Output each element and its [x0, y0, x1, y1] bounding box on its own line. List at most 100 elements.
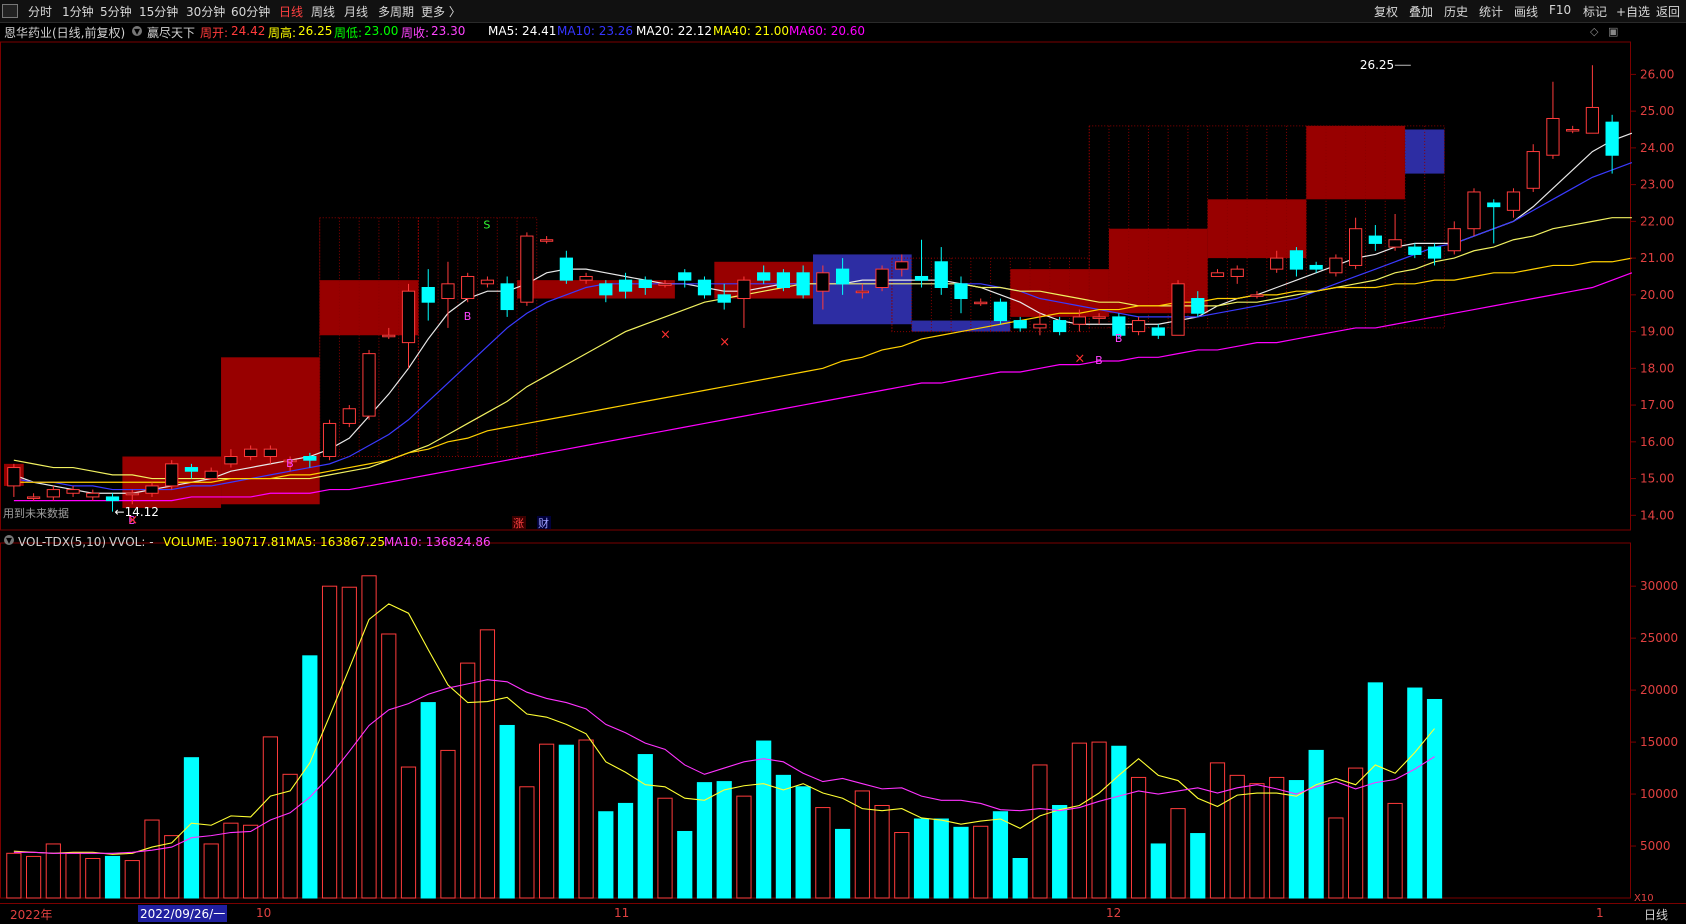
volume-axis: 30000 25000 20000 15000 10000 5000 X10	[1630, 579, 1678, 904]
period-more[interactable]: 更多 〉	[421, 3, 461, 20]
candle-up	[1270, 257, 1284, 270]
candle-down	[934, 261, 948, 288]
volume-bar-down	[775, 774, 792, 899]
vol-ma5-value: MA5: 163867.25	[286, 535, 385, 549]
history-button[interactable]: 历史	[1444, 3, 1468, 20]
volume-bar-down	[1367, 682, 1383, 899]
volume-bar-down	[637, 754, 653, 899]
f10-button[interactable]: F10	[1549, 3, 1571, 17]
weekly-boxes	[4, 125, 1445, 508]
volume-unit-label: X10	[1634, 893, 1654, 904]
candle-up	[382, 334, 396, 338]
candle-up	[1092, 316, 1106, 319]
ma20-value: MA20: 22.12	[636, 24, 713, 38]
volume-bar-down	[558, 744, 574, 899]
indicator-name[interactable]: 赢尽天下	[147, 24, 195, 41]
price-tick-label: 18.00	[1640, 361, 1674, 375]
candle-up	[401, 290, 416, 344]
period-15min[interactable]: 15分钟	[139, 3, 178, 20]
ma40-value: MA40: 21.00	[713, 24, 790, 38]
period-multi[interactable]: 多周期	[378, 3, 414, 20]
candle-down	[1151, 327, 1165, 336]
period-daily[interactable]: 日线	[279, 3, 303, 20]
candle-up	[1250, 294, 1264, 297]
period-1min[interactable]: 1分钟	[62, 3, 94, 20]
candle-down	[618, 279, 633, 292]
stats-button[interactable]: 统计	[1479, 3, 1503, 20]
maximize-icon[interactable]: ▣	[1608, 25, 1618, 38]
volume-bars[interactable]	[6, 575, 1443, 899]
candle-up	[461, 275, 475, 300]
candle-up	[145, 485, 159, 494]
cursor-date-label: 2022/09/26/一	[138, 905, 228, 922]
volume-bar-up	[65, 852, 81, 899]
period-fenshi[interactable]: 分时	[28, 3, 52, 20]
week-high-label: 周高:	[268, 26, 297, 40]
candle-up	[737, 279, 751, 300]
fuquan-button[interactable]: 复权	[1374, 3, 1398, 20]
mark-button[interactable]: 标记	[1583, 3, 1607, 20]
candle-up	[7, 467, 21, 487]
candle-up	[125, 492, 139, 496]
volume-indicator-title[interactable]: VOL-TDX(5,10)	[18, 535, 106, 549]
add-watchlist-button[interactable]: +自选	[1616, 3, 1650, 20]
volume-bar-up	[1269, 776, 1285, 899]
price-tick-label: 21.00	[1640, 251, 1674, 265]
volume-bar-down	[499, 724, 515, 899]
volume-bar-up	[361, 575, 377, 899]
period-30min[interactable]: 30分钟	[186, 3, 225, 20]
candle-up	[165, 463, 179, 487]
candle-down	[757, 272, 771, 281]
volume-bar-up	[1249, 783, 1265, 899]
future-data-note: 用到未来数据	[3, 506, 69, 520]
candle-up	[540, 239, 554, 242]
chart-canvas[interactable]: 26.00 25.00 24.00 23.00 22.00 21.00 20.00 19.00…	[0, 0, 1686, 924]
date-axis: 2022年 2022/09/26/一 10 11 12 1 日线	[0, 904, 1686, 924]
draw-button[interactable]: 画线	[1514, 3, 1538, 20]
volume-bar-up	[45, 843, 61, 899]
candle-up	[1072, 316, 1086, 325]
weekly-up-box	[1207, 199, 1307, 259]
cross-signal: ×	[127, 513, 138, 528]
volume-bar-up	[282, 773, 298, 899]
period-monthly[interactable]: 月线	[344, 3, 368, 20]
panel-toggle-icon[interactable]	[2, 4, 18, 18]
volume-bar-up	[539, 743, 555, 899]
candle-up	[224, 456, 238, 465]
candle-down	[835, 268, 850, 285]
volume-bar-down	[617, 802, 634, 899]
buy-signal: B	[464, 310, 472, 323]
candle-up	[1585, 106, 1600, 134]
period-weekly[interactable]: 周线	[311, 3, 335, 20]
period-60min[interactable]: 60分钟	[231, 3, 270, 20]
volume-bar-down	[834, 828, 851, 899]
week-close-value: 23.30	[431, 24, 466, 38]
candle-down	[697, 279, 712, 296]
date-label-year: 2022年	[10, 908, 53, 922]
price-tick-label: 26.00	[1640, 67, 1674, 81]
week-open-label: 周开:	[200, 26, 229, 40]
high-price-annotation: 26.25	[1360, 58, 1394, 72]
sell-signal: S	[483, 218, 490, 231]
volume-bar-up	[223, 822, 239, 899]
rise-marker: 涨	[513, 517, 524, 530]
candle-up	[1566, 129, 1580, 132]
overlay-button[interactable]: 叠加	[1409, 3, 1433, 20]
back-button[interactable]: 返回	[1656, 3, 1680, 20]
volume-bar-up	[736, 795, 752, 899]
cross-signal: ×	[660, 327, 671, 342]
week-high-value: 26.25	[298, 24, 333, 38]
candle-up	[1329, 257, 1343, 274]
week-low-value: 23.00	[364, 24, 399, 38]
period-indicator[interactable]: 日线	[1644, 906, 1668, 923]
volume-bar-up	[262, 736, 278, 899]
volume-bar-up	[1387, 802, 1403, 899]
volume-bar-up	[25, 855, 42, 899]
candle-down	[914, 275, 929, 281]
volume-bar-down	[1012, 858, 1028, 899]
weekly-down-box	[911, 320, 1011, 332]
candle-down	[559, 257, 573, 281]
volume-bar-up	[85, 858, 101, 899]
diamond-icon[interactable]: ◇	[1590, 25, 1598, 38]
period-5min[interactable]: 5分钟	[100, 3, 132, 20]
